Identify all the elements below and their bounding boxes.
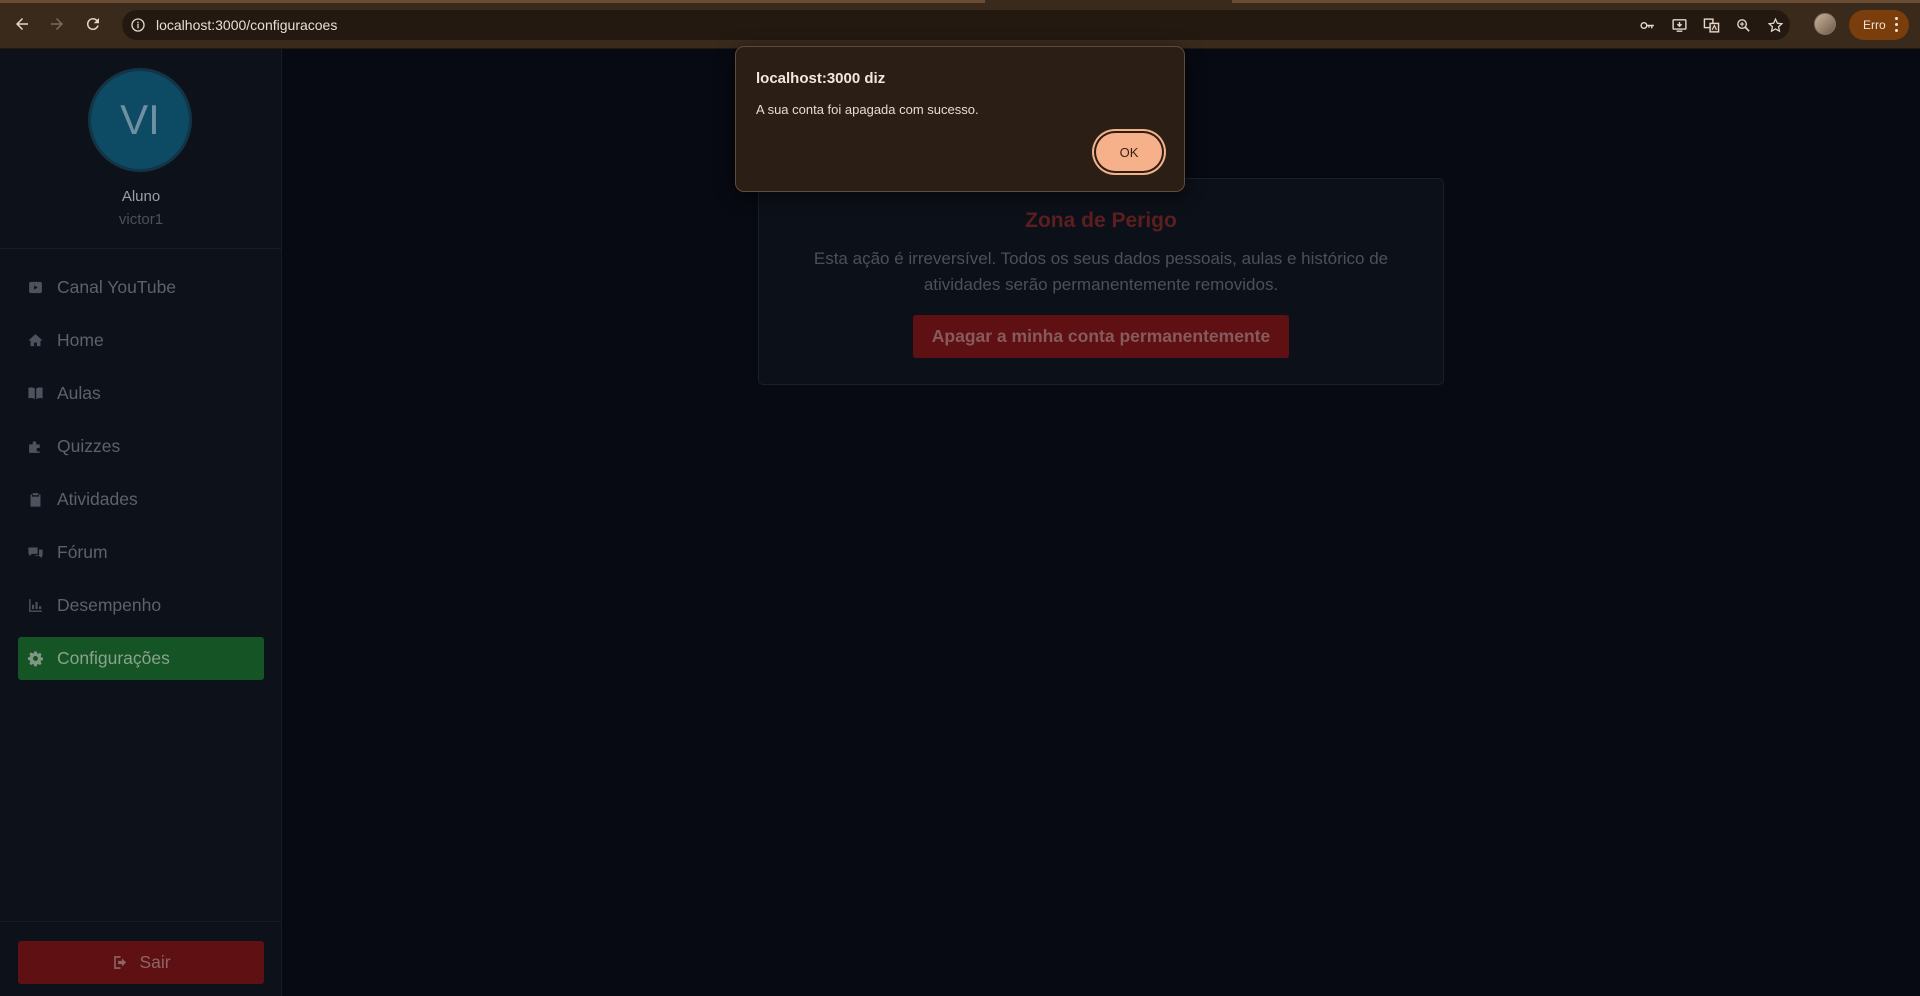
bar-chart-icon <box>26 597 44 615</box>
sidebar-item-label: Desempenho <box>57 595 162 615</box>
sign-out-icon <box>114 956 127 969</box>
sidebar-item-label: Canal YouTube <box>57 277 177 297</box>
sidebar-item-configuracoes[interactable]: Configurações <box>18 637 264 680</box>
sidebar-item-label: Quizzes <box>57 436 121 456</box>
zoom-icon[interactable] <box>1734 16 1752 34</box>
user-role: Aluno <box>121 188 161 205</box>
sidebar: VI Aluno victor1 Canal YouTube Home Aula… <box>0 49 282 996</box>
reload-icon <box>86 18 99 31</box>
danger-zone-card: Zona de Perigo Esta ação é irreversível.… <box>758 178 1444 385</box>
translate-icon[interactable] <box>1702 16 1720 34</box>
sidebar-item-home[interactable]: Home <box>18 319 264 362</box>
sidebar-item-aulas[interactable]: Aulas <box>18 372 264 415</box>
divider <box>0 921 282 922</box>
site-info-icon[interactable] <box>129 16 147 34</box>
clipboard-check-icon <box>26 491 44 509</box>
avatar-initials: VI <box>120 96 160 143</box>
sidebar-item-desempenho[interactable]: Desempenho <box>18 584 264 627</box>
password-key-icon[interactable] <box>1638 16 1656 34</box>
sidebar-item-atividades[interactable]: Atividades <box>18 478 264 521</box>
sidebar-item-label: Atividades <box>57 489 138 509</box>
arrow-right-icon <box>51 18 63 30</box>
puzzle-icon <box>26 438 44 456</box>
logout-label: Sair <box>139 952 171 972</box>
ok-button[interactable]: OK <box>1096 133 1162 171</box>
tab-strip-edge <box>1232 0 1920 3</box>
youtube-icon <box>26 279 44 297</box>
alert-title: localhost:3000 diz <box>756 70 886 87</box>
comments-icon <box>26 544 44 562</box>
book-icon <box>26 385 44 403</box>
danger-zone-description: Esta ação é irreversível. Todos os seus … <box>813 249 1389 294</box>
profile-error-label: Erro <box>1863 18 1886 32</box>
arrow-left-icon <box>16 18 28 30</box>
sidebar-item-label: Fórum <box>57 542 108 562</box>
forward-button[interactable] <box>45 12 69 36</box>
alert-message: A sua conta foi apagada com sucesso. <box>756 102 979 117</box>
sidebar-item-quizzes[interactable]: Quizzes <box>18 425 264 468</box>
reload-button[interactable] <box>81 12 105 36</box>
user-name: victor1 <box>118 211 164 228</box>
sidebar-item-label: Aulas <box>57 383 101 403</box>
url-text[interactable]: localhost:3000/configuracoes <box>156 17 337 33</box>
gear-icon <box>26 650 44 668</box>
tab-strip-edge <box>0 0 985 3</box>
install-app-icon[interactable] <box>1670 16 1688 34</box>
sidebar-item-label: Configurações <box>57 648 170 668</box>
address-bar[interactable]: localhost:3000/configuracoes <box>122 10 1790 40</box>
bookmark-star-icon[interactable] <box>1766 16 1784 34</box>
delete-account-button[interactable]: Apagar a minha conta permanentemente <box>913 315 1289 358</box>
logout-button[interactable]: Sair <box>18 941 264 984</box>
sidebar-item-label: Home <box>57 330 104 350</box>
browser-toolbar: localhost:3000/configuracoes Erro <box>0 0 1920 49</box>
avatar: VI <box>88 68 192 172</box>
home-icon <box>26 332 44 350</box>
sidebar-item-forum[interactable]: Fórum <box>18 531 264 574</box>
alert-dialog: localhost:3000 diz A sua conta foi apaga… <box>735 46 1185 192</box>
back-button[interactable] <box>10 12 34 36</box>
divider <box>0 248 282 249</box>
kebab-menu-icon[interactable] <box>1895 17 1898 33</box>
sidebar-item-canal-youtube[interactable]: Canal YouTube <box>18 266 264 309</box>
profile-avatar[interactable] <box>1814 13 1836 35</box>
danger-zone-title: Zona de Perigo <box>1025 209 1177 232</box>
profile-error-button[interactable]: Erro <box>1849 10 1909 40</box>
